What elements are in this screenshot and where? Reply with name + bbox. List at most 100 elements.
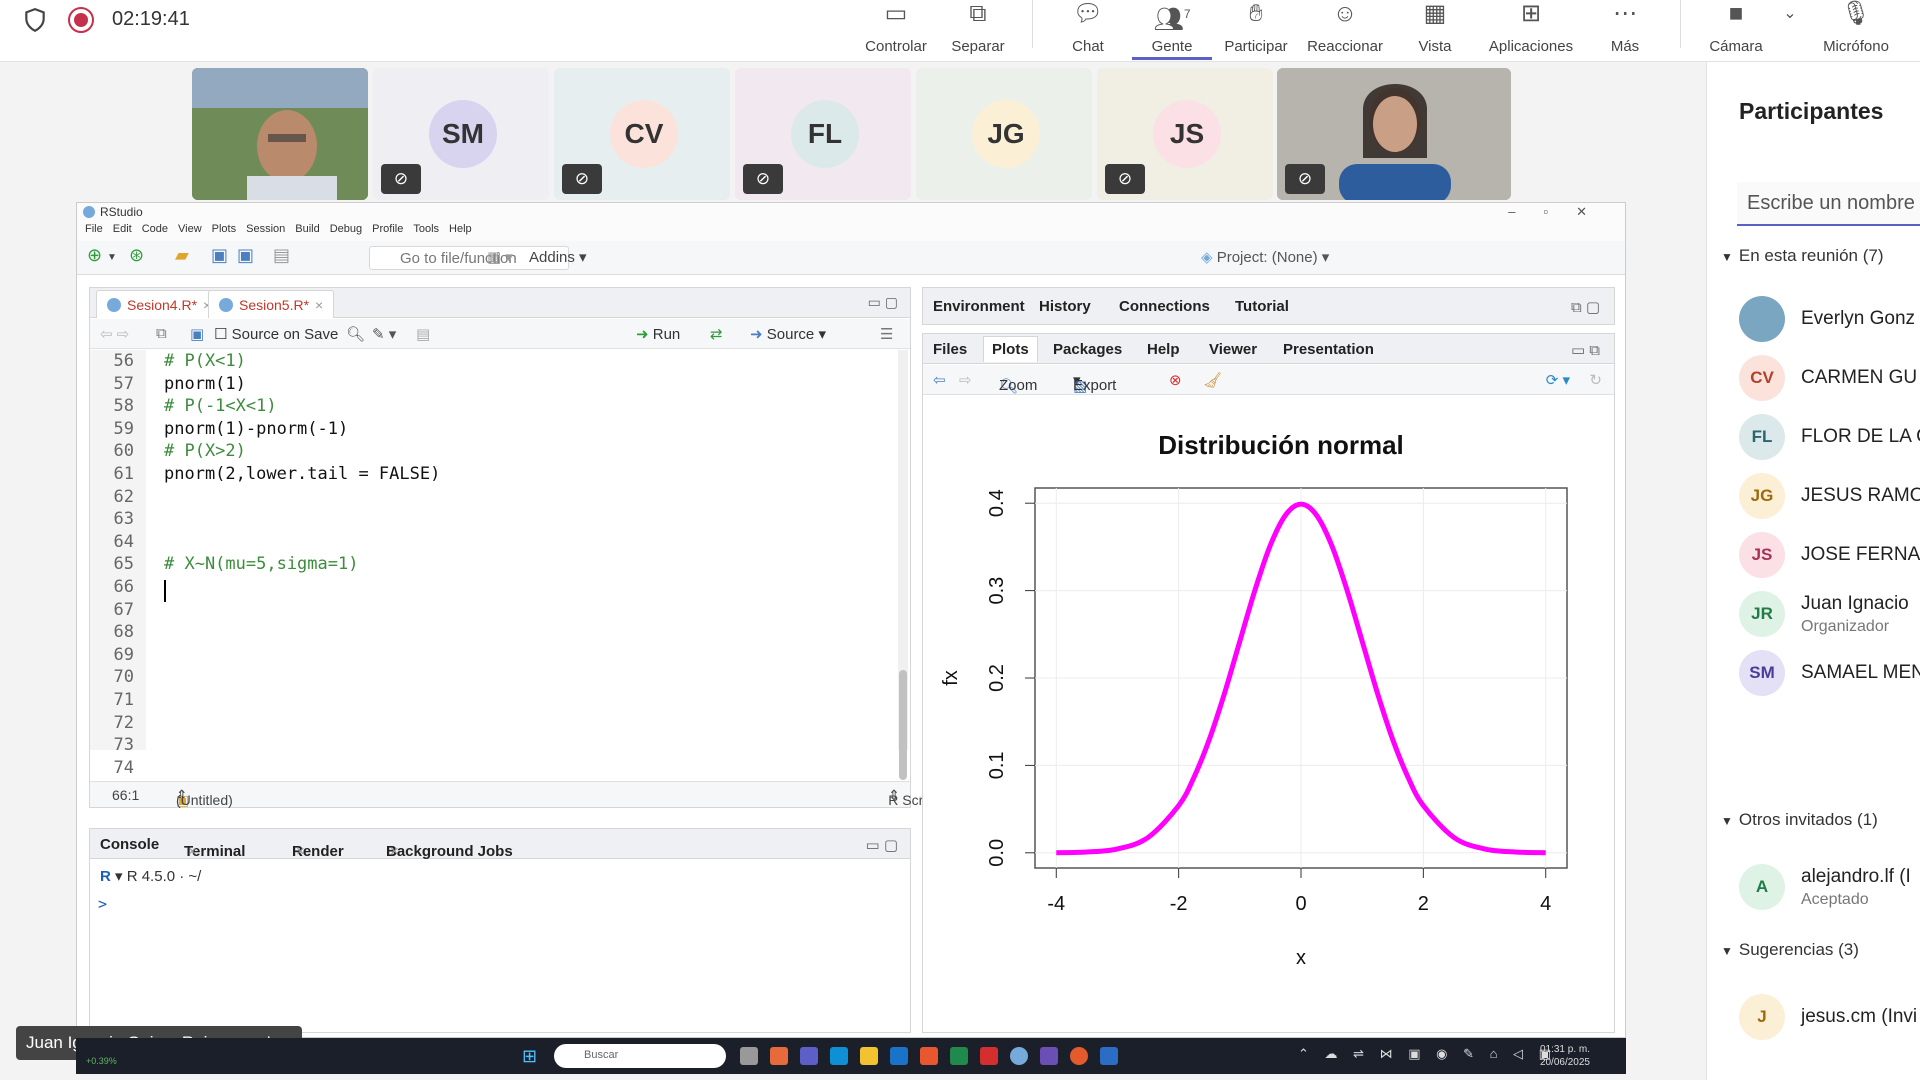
participant-search-input[interactable]: Escribe un nombre [1737, 182, 1920, 226]
copilot-icon[interactable] [770, 1047, 788, 1065]
participant-row[interactable]: JR Juan Ignacio Organizador [1739, 591, 1920, 639]
windows-start-icon[interactable]: ⊞ [522, 1046, 537, 1067]
tab-console[interactable]: Console [100, 836, 159, 853]
source-button[interactable]: ➜ Source ▾ [750, 325, 826, 343]
section-suggestions[interactable]: ▼ Sugerencias (3) [1721, 940, 1859, 960]
participant-tile-js[interactable]: JS ⊘ [1097, 68, 1273, 200]
camera-options-button[interactable]: ⌄ [1778, 0, 1802, 60]
wand-icon[interactable]: ✎ ▾ [372, 325, 396, 343]
minimize-icon[interactable]: – [1508, 204, 1543, 219]
teams-icon[interactable] [800, 1047, 818, 1065]
video-tile-participant[interactable]: ⊘ [1277, 68, 1511, 200]
microphone-button[interactable]: 🎙︎ Micrófono [1808, 0, 1904, 60]
tab-files[interactable]: Files [933, 341, 967, 358]
participant-tile-jg[interactable]: JG [916, 68, 1092, 200]
refresh-icon[interactable]: ↻ [1589, 371, 1602, 389]
menu-help[interactable]: Help [449, 223, 472, 235]
rstudio-taskbar-icon[interactable] [1010, 1047, 1028, 1065]
more-button[interactable]: ⋯ Más [1592, 0, 1658, 60]
powerpoint-icon[interactable] [920, 1047, 938, 1065]
scrollbar-thumb[interactable] [899, 670, 907, 780]
menu-tools[interactable]: Tools [413, 223, 439, 235]
tab-environment[interactable]: Environment [933, 298, 1025, 315]
tab-viewer[interactable]: Viewer [1209, 341, 1257, 358]
task-view-icon[interactable] [740, 1047, 758, 1065]
pane-maximize-icon[interactable]: ⧉ ▢ [1571, 298, 1600, 316]
pane-minimize-icon[interactable]: ▭ ⧉ [1571, 341, 1600, 359]
outlook-icon[interactable] [890, 1047, 908, 1065]
rerun-icon[interactable]: ⇄ [710, 325, 723, 343]
system-tray[interactable]: ⌃ ☁ ⇌ ⋈ ▣ ◉ ✎ ⌂ ◁ ▣ [1298, 1046, 1557, 1062]
previous-plot-icon[interactable]: ⇦ [933, 371, 946, 389]
tab-plots[interactable]: Plots [983, 336, 1038, 362]
run-button[interactable]: ➜ Run [636, 325, 680, 343]
people-button[interactable]: 👥︎7 Gente [1132, 0, 1212, 60]
search-icon[interactable]: 🔍︎ [346, 325, 365, 343]
taskbar-clock[interactable]: 01:31 p. m. 20/06/2025 [1540, 1043, 1590, 1069]
tab-help[interactable]: Help [1147, 341, 1180, 358]
refresh-options-icon[interactable]: ⟳ ▾ [1546, 371, 1570, 389]
outline-icon[interactable]: ☰ [880, 325, 893, 343]
participant-row[interactable]: Everlyn Gonz [1739, 296, 1920, 344]
save-icon[interactable]: ▣ [190, 325, 204, 343]
apps-button[interactable]: ⊞ Aplicaciones [1476, 0, 1586, 60]
tab-connections[interactable]: Connections [1119, 298, 1210, 315]
menu-session[interactable]: Session [246, 223, 285, 235]
remove-plot-icon[interactable]: ⊗ [1169, 371, 1182, 389]
tab-tutorial[interactable]: Tutorial [1235, 298, 1289, 315]
participant-row[interactable]: JS JOSE FERNAN [1739, 532, 1920, 580]
menu-view[interactable]: View [178, 223, 202, 235]
addins-button[interactable]: Addins ▾ [529, 248, 587, 266]
participant-row[interactable]: JG JESUS RAMO [1739, 473, 1920, 521]
edge-icon[interactable] [830, 1047, 848, 1065]
export-button[interactable]: ▧ Export ▾ [1073, 371, 1116, 395]
tab-sesion4[interactable]: Sesion4.R*× [96, 290, 223, 318]
new-file-icon[interactable]: ⊕ [87, 245, 102, 266]
tab-packages[interactable]: Packages [1053, 341, 1122, 358]
view-button[interactable]: ▦ Vista [1398, 0, 1472, 60]
grid-icon[interactable]: ▦ ▾ [487, 248, 513, 266]
tab-presentation[interactable]: Presentation [1283, 341, 1374, 358]
participant-row[interactable]: FL FLOR DE LA C [1739, 414, 1920, 462]
menu-file[interactable]: File [85, 223, 103, 235]
menu-profile[interactable]: Profile [372, 223, 403, 235]
chat-button[interactable]: 💬︎ Chat [1048, 0, 1128, 60]
editor-scrollbar[interactable] [898, 350, 908, 780]
excel-icon[interactable] [950, 1047, 968, 1065]
close-icon[interactable]: ✕ [1576, 204, 1615, 219]
popout-button[interactable]: ⧉ Separar [938, 0, 1018, 60]
app-icon[interactable] [1040, 1047, 1058, 1065]
participant-tile-fl[interactable]: FL ⊘ [735, 68, 911, 200]
control-button[interactable]: ▭ Controlar [856, 0, 936, 60]
project-menu[interactable]: ◈ Project: (None) ▾ [1201, 248, 1329, 266]
close-icon[interactable]: × [188, 843, 197, 860]
show-in-window-icon[interactable]: ⧉ [156, 325, 167, 342]
taskbar-search[interactable]: Buscar [554, 1044, 726, 1068]
menu-build[interactable]: Build [295, 223, 319, 235]
tab-sesion5[interactable]: Sesion5.R* × [208, 290, 335, 318]
save-all-icon[interactable]: ▣ [237, 245, 254, 266]
clear-plots-icon[interactable]: 🧹︎ [1203, 371, 1222, 389]
code-editor[interactable]: 56 # P(X<1) 57 pnorm(1) 58 # P(-1<X<1) 59 pnorm… [90, 350, 910, 800]
participant-tile-sm[interactable]: SM ⊘ [373, 68, 549, 200]
compile-icon[interactable]: ▤ [416, 325, 430, 343]
video-tile-presenter[interactable] [192, 68, 368, 200]
console-prompt[interactable]: > [98, 895, 107, 913]
source-on-save-checkbox[interactable]: ☐ Source on Save [214, 325, 338, 343]
close-icon[interactable]: × [296, 843, 305, 860]
scope-selector[interactable]: ▣ (Untitled) ⇕ [176, 787, 233, 808]
menu-edit[interactable]: Edit [113, 223, 132, 235]
window-controls[interactable]: –▫✕ [1508, 204, 1615, 220]
menu-code[interactable]: Code [142, 223, 168, 235]
app-icon[interactable] [1070, 1047, 1088, 1065]
participant-row[interactable]: SM SAMAEL MEN [1739, 650, 1920, 698]
file-explorer-icon[interactable] [860, 1047, 878, 1065]
section-other-invitees[interactable]: ▼ Otros invitados (1) [1721, 810, 1878, 830]
print-icon[interactable]: ▤ [273, 245, 290, 266]
participant-row[interactable]: Aalejandro.lf (I Aceptado [1739, 864, 1920, 912]
participant-row[interactable]: Jjesus.cm (Invi [1739, 994, 1920, 1042]
pane-maximize-icon[interactable]: ▭ ▢ [865, 836, 898, 854]
tab-history[interactable]: History [1039, 298, 1091, 315]
next-plot-icon[interactable]: ⇨ [959, 371, 972, 389]
acrobat-icon[interactable] [980, 1047, 998, 1065]
